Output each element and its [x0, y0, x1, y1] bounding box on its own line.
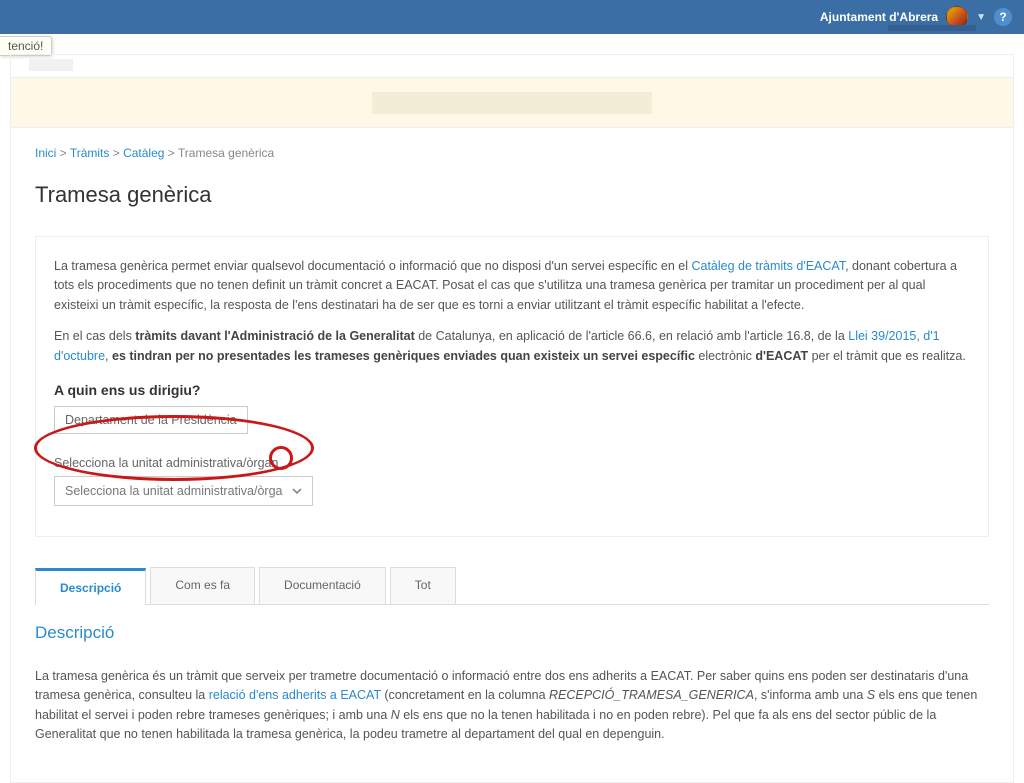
- descripcio-paragraph: La tramesa genèrica és un tràmit que ser…: [35, 667, 989, 745]
- intro-paragraph-2: En el cas dels tràmits davant l'Administ…: [54, 327, 970, 366]
- unit-label: Selecciona la unitat administrativa/òrga…: [54, 456, 970, 470]
- ghost-tab: [29, 59, 73, 71]
- tab-com-es-fa[interactable]: Com es fa: [150, 567, 255, 604]
- breadcrumb: Inici > Tràmits > Catàleg > Tramesa genè…: [35, 146, 989, 160]
- main-content: Inici > Tràmits > Catàleg > Tramesa genè…: [10, 128, 1014, 783]
- banner-placeholder: [372, 92, 652, 114]
- intro-paragraph-1: La tramesa genèrica permet enviar qualse…: [54, 257, 970, 315]
- page-body: Inici > Tràmits > Catàleg > Tramesa genè…: [0, 54, 1024, 783]
- question-label: A quin ens us dirigiu?: [54, 382, 970, 398]
- breadcrumb-current: Tramesa genèrica: [178, 146, 274, 160]
- top-tab-strip: [10, 54, 1014, 78]
- page-title: Tramesa genèrica: [35, 182, 989, 208]
- tab-tot[interactable]: Tot: [390, 567, 456, 604]
- help-icon[interactable]: ?: [994, 8, 1012, 26]
- section-title-descripcio: Descripció: [35, 623, 989, 643]
- breadcrumb-cataleg[interactable]: Catàleg: [123, 146, 164, 160]
- ens-field[interactable]: Departament de la Presidència: [54, 406, 248, 434]
- link-cataleg-eacat[interactable]: Catàleg de tràmits d'EACAT: [691, 259, 845, 273]
- chevron-down-icon: [288, 482, 306, 500]
- intro-box: La tramesa genèrica permet enviar qualse…: [35, 236, 989, 537]
- link-ens-adherits[interactable]: relació d'ens adherits a EACAT: [209, 688, 381, 702]
- tabs-row: Descripció Com es fa Documentació Tot: [35, 567, 989, 605]
- unit-select-placeholder: Selecciona la unitat administrativa/òrga: [65, 484, 282, 498]
- column-name: RECEPCIÓ_TRAMESA_GENERICA: [549, 688, 754, 702]
- org-name: Ajuntament d'Abrera: [820, 10, 938, 24]
- attention-toast: tenció!: [0, 36, 52, 56]
- breadcrumb-home[interactable]: Inici: [35, 146, 56, 160]
- dropdown-caret-icon[interactable]: ▼: [976, 12, 986, 23]
- tab-documentacio[interactable]: Documentació: [259, 567, 386, 604]
- top-bar: Ajuntament d'Abrera ▼ ?: [0, 0, 1024, 34]
- unit-select[interactable]: Selecciona la unitat administrativa/òrga: [54, 476, 313, 506]
- breadcrumb-tramits[interactable]: Tràmits: [70, 146, 110, 160]
- header-underline: [888, 25, 976, 31]
- tab-descripcio[interactable]: Descripció: [35, 568, 146, 605]
- notice-banner: [10, 78, 1014, 128]
